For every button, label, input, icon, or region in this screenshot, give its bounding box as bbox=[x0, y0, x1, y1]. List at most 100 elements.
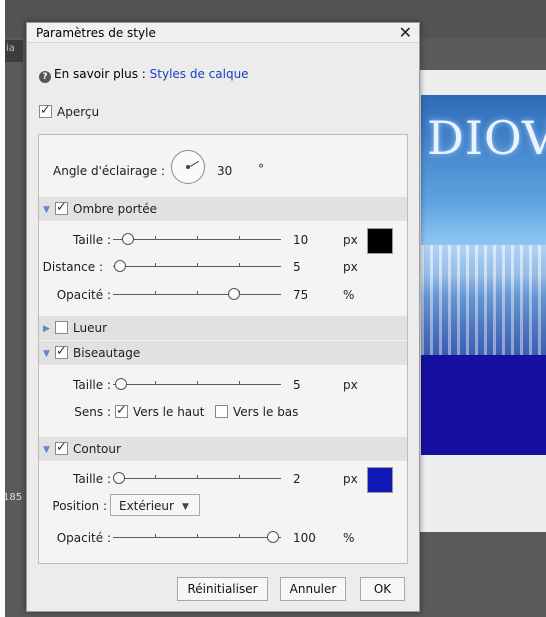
shadow-distance-value[interactable]: 5 bbox=[293, 260, 301, 274]
shadow-size-unit: px bbox=[343, 233, 358, 247]
section-bevel[interactable]: ▼ Biseautage bbox=[39, 341, 407, 365]
preview-label: Aperçu bbox=[57, 105, 100, 119]
drop-shadow-checkbox[interactable] bbox=[55, 200, 68, 215]
shadow-size-value[interactable]: 10 bbox=[293, 233, 308, 247]
drop-shadow-title: Ombre portée bbox=[73, 202, 157, 216]
canvas-water bbox=[421, 355, 546, 455]
document-tab[interactable]: ia bbox=[5, 40, 23, 62]
slider-knob[interactable] bbox=[122, 233, 134, 245]
help-icon: ? bbox=[39, 71, 51, 83]
style-settings-dialog: Paramètres de style ✕ ? En savoir plus : … bbox=[26, 22, 420, 612]
dialog-titlebar[interactable]: Paramètres de style ✕ bbox=[27, 23, 419, 43]
styles-help-link[interactable]: Styles de calque bbox=[150, 67, 249, 81]
canvas-city bbox=[421, 245, 546, 365]
expand-right-icon[interactable]: ▶ bbox=[43, 324, 55, 334]
stroke-position-label: Position : bbox=[52, 499, 107, 513]
shadow-size-slider[interactable] bbox=[113, 233, 281, 245]
slider-knob[interactable] bbox=[267, 531, 279, 543]
glow-checkbox[interactable] bbox=[55, 321, 68, 334]
bevel-down-label: Vers le bas bbox=[233, 405, 299, 419]
stroke-opacity-unit: % bbox=[343, 531, 355, 545]
bevel-down-checkbox[interactable] bbox=[215, 405, 228, 418]
slider-tick bbox=[155, 291, 156, 295]
shadow-distance-slider[interactable] bbox=[113, 260, 281, 272]
stroke-color-swatch[interactable] bbox=[367, 467, 393, 493]
section-stroke[interactable]: ▼ Contour bbox=[39, 437, 407, 461]
bevel-up-checkbox[interactable] bbox=[115, 403, 128, 418]
left-edge bbox=[0, 0, 5, 617]
stroke-position-value: Extérieur bbox=[119, 499, 174, 513]
preview-toggle[interactable]: Aperçu bbox=[39, 103, 100, 119]
slider-tick bbox=[239, 534, 240, 538]
bevel-direction-label: Sens : bbox=[74, 405, 111, 419]
slider-tick bbox=[155, 236, 156, 240]
slider-tick bbox=[239, 475, 240, 479]
bevel-size-slider[interactable] bbox=[113, 378, 281, 390]
slider-knob[interactable] bbox=[113, 472, 125, 484]
shadow-opacity-unit: % bbox=[343, 288, 355, 302]
canvas-text: DIOV bbox=[427, 111, 546, 165]
help-row: ? En savoir plus : Styles de calque bbox=[39, 67, 249, 83]
ok-button[interactable]: OK bbox=[360, 577, 405, 601]
slider-knob[interactable] bbox=[114, 260, 126, 272]
bevel-up-option[interactable]: Vers le haut bbox=[115, 403, 205, 419]
side-number: 185 bbox=[3, 492, 23, 503]
lighting-angle-value[interactable]: 30 bbox=[217, 164, 232, 178]
expand-down-icon[interactable]: ▼ bbox=[43, 349, 55, 359]
section-drop-shadow[interactable]: ▼ Ombre portée bbox=[39, 197, 407, 221]
slider-knob[interactable] bbox=[228, 288, 240, 300]
dial-center bbox=[186, 165, 190, 169]
slider-tick bbox=[155, 475, 156, 479]
slider-tick bbox=[239, 263, 240, 267]
stroke-size-value[interactable]: 2 bbox=[293, 472, 301, 486]
slider-knob[interactable] bbox=[115, 378, 127, 390]
reset-button[interactable]: Réinitialiser bbox=[177, 577, 268, 601]
slider-tick bbox=[239, 236, 240, 240]
slider-tick bbox=[197, 534, 198, 538]
stroke-opacity-label: Opacité : bbox=[56, 531, 111, 545]
lighting-angle-label: Angle d'éclairage : bbox=[53, 164, 166, 178]
stroke-size-slider[interactable] bbox=[113, 472, 281, 484]
slider-tick bbox=[197, 263, 198, 267]
canvas-image[interactable]: DIOV bbox=[421, 95, 546, 455]
expand-down-icon[interactable]: ▼ bbox=[43, 445, 55, 455]
slider-tick bbox=[197, 381, 198, 385]
shadow-distance-label: Distance : bbox=[42, 260, 103, 274]
lighting-angle-unit: ° bbox=[258, 162, 264, 176]
stroke-checkbox[interactable] bbox=[55, 440, 68, 455]
slider-tick bbox=[197, 291, 198, 295]
dropdown-arrow-icon: ▼ bbox=[181, 502, 189, 512]
stroke-opacity-slider[interactable] bbox=[113, 531, 281, 543]
expand-down-icon[interactable]: ▼ bbox=[43, 205, 55, 215]
style-panel: Angle d'éclairage : 30 ° ▼ Ombre portée T… bbox=[38, 134, 408, 564]
lighting-angle-dial[interactable] bbox=[171, 150, 205, 184]
slider-tick bbox=[197, 236, 198, 240]
shadow-distance-unit: px bbox=[343, 260, 358, 274]
dialog-title: Paramètres de style bbox=[36, 26, 156, 40]
bevel-up-label: Vers le haut bbox=[133, 405, 205, 419]
close-icon[interactable]: ✕ bbox=[399, 23, 412, 42]
bevel-down-option[interactable]: Vers le bas bbox=[215, 405, 298, 419]
cancel-button[interactable]: Annuler bbox=[280, 577, 346, 601]
stroke-opacity-value[interactable]: 100 bbox=[293, 531, 316, 545]
stroke-position-select[interactable]: Extérieur ▼ bbox=[110, 494, 200, 516]
shadow-opacity-slider[interactable] bbox=[113, 288, 281, 300]
bevel-checkbox[interactable] bbox=[55, 344, 68, 359]
stroke-size-unit: px bbox=[343, 472, 358, 486]
slider-tick bbox=[155, 381, 156, 385]
slider-tick bbox=[239, 381, 240, 385]
shadow-opacity-label: Opacité : bbox=[56, 288, 111, 302]
bevel-size-value[interactable]: 5 bbox=[293, 378, 301, 392]
bevel-size-label: Taille : bbox=[73, 378, 111, 392]
preview-checkbox[interactable] bbox=[39, 103, 52, 118]
shadow-size-label: Taille : bbox=[73, 233, 111, 247]
shadow-color-swatch[interactable] bbox=[367, 228, 393, 254]
stroke-title: Contour bbox=[73, 442, 121, 456]
slider-tick bbox=[197, 475, 198, 479]
section-glow[interactable]: ▶ Lueur bbox=[39, 316, 407, 340]
shadow-opacity-value[interactable]: 75 bbox=[293, 288, 308, 302]
stroke-size-label: Taille : bbox=[73, 472, 111, 486]
bevel-title: Biseautage bbox=[73, 346, 141, 360]
bevel-size-unit: px bbox=[343, 378, 358, 392]
help-prefix: En savoir plus : bbox=[54, 67, 146, 81]
